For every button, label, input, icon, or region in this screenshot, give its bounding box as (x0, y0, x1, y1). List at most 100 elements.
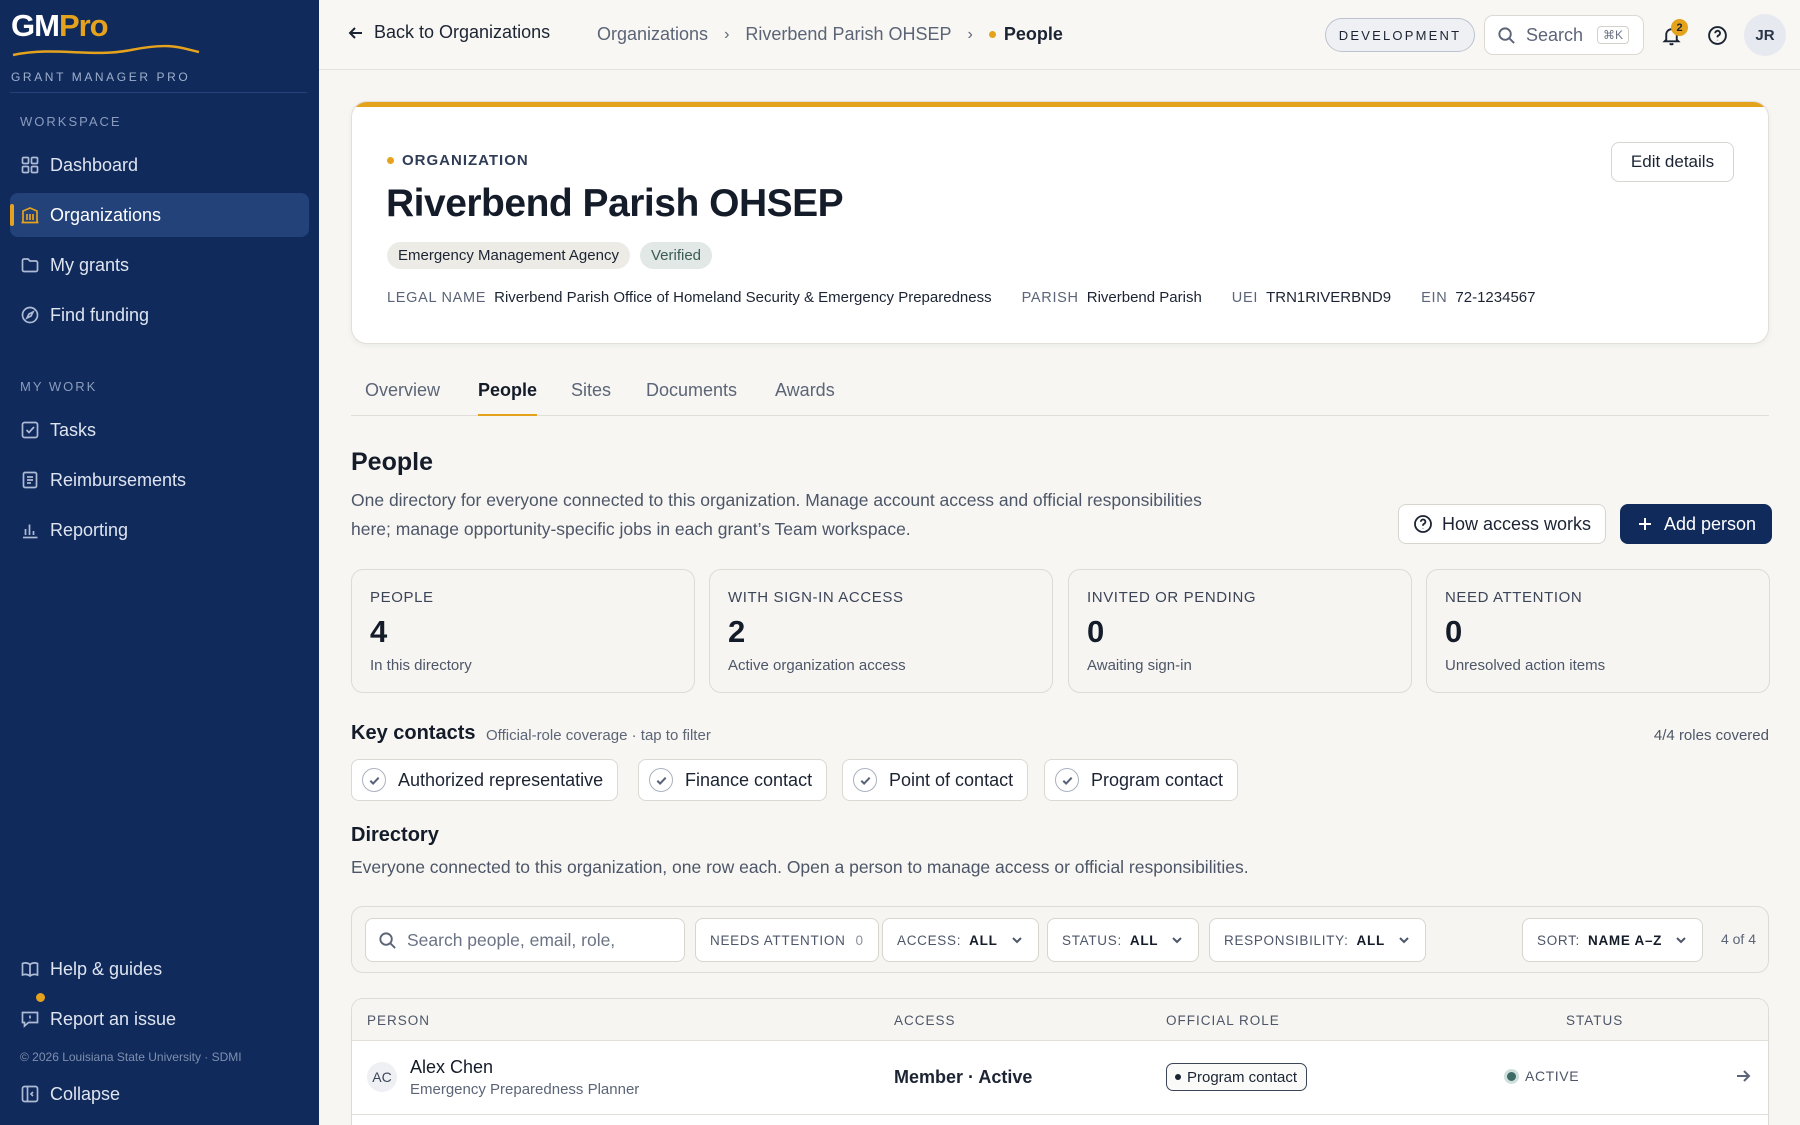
notifications-button[interactable]: 2 (1657, 19, 1688, 49)
people-title: People (351, 448, 433, 476)
org-kicker: ORGANIZATION (387, 152, 529, 169)
filter-label: ACCESS: (897, 932, 962, 948)
meta-value: Riverbend Parish (1086, 289, 1202, 306)
sidebar-item-label: My grants (50, 254, 130, 275)
book-icon (20, 959, 40, 979)
building-icon (20, 205, 40, 225)
notification-count-badge: 2 (1671, 19, 1688, 36)
how-access-works-button[interactable]: How access works (1398, 504, 1607, 544)
result-count: 4 of 4 (1720, 931, 1756, 947)
sidebar-item-label: Report an issue (50, 1008, 177, 1029)
access-filter[interactable]: ACCESS: ALL (882, 918, 1039, 962)
needs-attention-filter[interactable]: NEEDS ATTENTION 0 (695, 918, 879, 962)
meta-legal-name: LEGAL NAME Riverbend Parish Office of Hom… (387, 289, 992, 306)
stat-value: 0 (1445, 614, 1463, 649)
sidebar-item-report-issue[interactable]: Report an issue (10, 993, 309, 1041)
sidebar-item-label: Organizations (50, 204, 162, 225)
stat-value: 4 (370, 614, 388, 649)
people-description: One directory for everyone connected to … (351, 486, 1311, 544)
stat-value: 0 (1087, 614, 1105, 649)
key-contacts-title: Key contacts (351, 722, 476, 744)
check-circle-icon (362, 768, 386, 792)
receipt-icon (20, 470, 40, 490)
logo-subtitle: GRANT MANAGER PRO (11, 70, 191, 84)
organization-card: ORGANIZATION Riverbend Parish OHSEP Emer… (351, 101, 1769, 344)
filter-label: RESPONSIBILITY: (1224, 932, 1349, 948)
table-header: PERSON ACCESS OFFICIAL ROLE STATUS (352, 999, 1768, 1041)
responsibility-filter[interactable]: RESPONSIBILITY: ALL (1209, 918, 1426, 962)
message-icon (20, 1009, 40, 1029)
sidebar-item-label: Tasks (50, 419, 97, 440)
filter-value: ALL (1129, 932, 1159, 948)
column-header-person: PERSON (367, 1013, 431, 1028)
meta-label: LEGAL NAME (387, 290, 487, 306)
meta-parish: PARISH Riverbend Parish (1022, 289, 1202, 306)
compass-icon (20, 305, 40, 325)
tab-people[interactable]: People (478, 380, 538, 416)
chevron-right-icon: › (724, 25, 730, 43)
sidebar-item-reimbursements[interactable]: Reimbursements (10, 458, 309, 502)
person-title: Emergency Preparedness Planner (410, 1081, 640, 1098)
back-to-organizations-link[interactable]: Back to Organizations (347, 22, 550, 43)
stat-sub: Awaiting sign-in (1087, 657, 1192, 674)
sidebar-item-organizations[interactable]: Organizations (10, 193, 309, 237)
help-button[interactable] (1703, 21, 1731, 49)
check-circle-icon (649, 768, 673, 792)
filter-label: SORT: (1537, 932, 1581, 948)
breadcrumb-org[interactable]: Riverbend Parish OHSEP (745, 24, 951, 45)
key-contacts-subtitle: Official-role coverage · tap to filter (486, 727, 711, 744)
logo-gm: GM (11, 8, 60, 43)
chip-authorized-representative[interactable]: Authorized representative (351, 759, 619, 801)
check-circle-icon (853, 768, 877, 792)
avatar: AC (367, 1062, 397, 1092)
sort-dropdown[interactable]: SORT: NAME A–Z (1522, 918, 1704, 962)
meta-label: PARISH (1021, 290, 1079, 306)
meta-value: TRN1RIVERBND9 (1266, 289, 1392, 306)
search-shortcut: ⌘K (1597, 26, 1630, 44)
sidebar-item-find-funding[interactable]: Find funding (10, 293, 309, 337)
sidebar-collapse-button[interactable]: Collapse (10, 1072, 309, 1116)
edit-details-button[interactable]: Edit details (1611, 142, 1734, 182)
arrow-right-icon (1734, 1067, 1754, 1087)
org-tabs: Overview People Sites Documents Awards (351, 370, 1769, 416)
sidebar-item-label: Dashboard (50, 154, 139, 175)
status-filter[interactable]: STATUS: ALL (1047, 918, 1200, 962)
global-search-button[interactable]: Search ⌘K (1484, 15, 1644, 55)
key-contacts-coverage: 4/4 roles covered (1653, 727, 1769, 744)
sidebar-item-reporting[interactable]: Reporting (10, 508, 309, 552)
breadcrumb-organizations[interactable]: Organizations (597, 24, 708, 45)
sidebar: GMPro GRANT MANAGER PRO WORKSPACE Dashbo… (0, 0, 319, 1125)
chip-point-of-contact[interactable]: Point of contact (842, 759, 1029, 801)
tab-documents[interactable]: Documents (646, 380, 737, 416)
chip-label: Authorized representative (398, 769, 604, 790)
chip-finance-contact[interactable]: Finance contact (638, 759, 828, 801)
add-person-button[interactable]: Add person (1620, 504, 1773, 544)
chip-program-contact[interactable]: Program contact (1044, 759, 1239, 801)
chevron-down-icon (1676, 937, 1686, 944)
stat-card-invited: INVITED OR PENDING 0 Awaiting sign-in (1068, 569, 1412, 693)
sidebar-item-label: Reporting (50, 519, 129, 540)
people-description-line2: here; manage opportunity-specific jobs i… (351, 519, 911, 539)
logo-swoosh-icon (12, 44, 200, 57)
stat-label: PEOPLE (370, 589, 434, 606)
directory-description: Everyone connected to this organization,… (351, 857, 1249, 877)
official-role-badge: Program contact (1166, 1063, 1308, 1091)
sidebar-item-label: Help & guides (50, 958, 163, 979)
sidebar-item-my-grants[interactable]: My grants (10, 243, 309, 287)
sidebar-item-help[interactable]: Help & guides (10, 947, 309, 991)
sidebar-item-tasks[interactable]: Tasks (10, 408, 309, 452)
app-logo[interactable]: GMPro GRANT MANAGER PRO (11, 8, 200, 84)
table-row[interactable]: AC Alex Chen Emergency Preparedness Plan… (352, 1041, 1768, 1115)
filter-label: NEEDS ATTENTION (710, 932, 846, 948)
plus-icon (1639, 518, 1651, 530)
tab-overview[interactable]: Overview (365, 380, 440, 416)
tab-awards[interactable]: Awards (775, 380, 835, 416)
how-access-label: How access works (1442, 513, 1592, 534)
sidebar-item-dashboard[interactable]: Dashboard (10, 143, 309, 187)
user-avatar[interactable]: JR (1744, 14, 1786, 56)
filter-value: ALL (1356, 932, 1385, 948)
people-description-line1: One directory for everyone connected to … (351, 490, 1202, 510)
stat-card-sign-in-access: WITH SIGN-IN ACCESS 2 Active organizatio… (709, 569, 1053, 693)
tab-sites[interactable]: Sites (571, 380, 611, 416)
people-search-input[interactable] (407, 929, 667, 951)
